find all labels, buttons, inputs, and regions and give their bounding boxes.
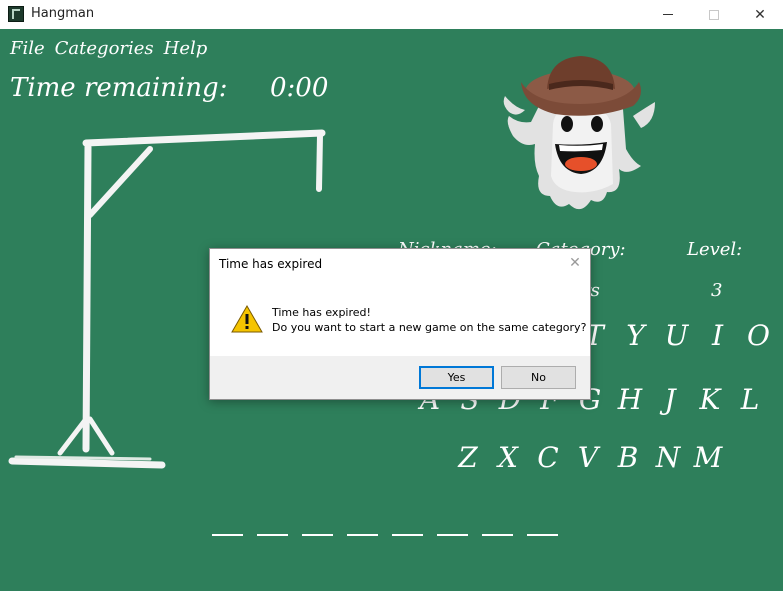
letter-key[interactable]: I bbox=[697, 319, 738, 352]
menu-help[interactable]: Help bbox=[164, 38, 208, 59]
dialog-footer: Yes No bbox=[210, 356, 590, 399]
letter-key[interactable]: B bbox=[608, 441, 648, 474]
letter-key[interactable]: L bbox=[730, 383, 770, 416]
letter-key[interactable]: H bbox=[610, 383, 650, 416]
letter-key[interactable]: O bbox=[738, 319, 779, 352]
letter-key[interactable]: Z bbox=[448, 441, 488, 474]
letter-key[interactable]: J bbox=[650, 383, 690, 416]
letter-key[interactable]: M bbox=[688, 441, 728, 474]
menu-bar: File Categories Help bbox=[10, 38, 207, 59]
letter-key[interactable]: K bbox=[690, 383, 730, 416]
letter-key[interactable]: N bbox=[648, 441, 688, 474]
letter-blank bbox=[347, 534, 378, 536]
letter-key[interactable]: V bbox=[568, 441, 608, 474]
letter-blank bbox=[302, 534, 333, 536]
timer-value: 0:00 bbox=[270, 73, 329, 103]
dialog-message-line-1: Time has expired! bbox=[272, 306, 371, 319]
letter-key[interactable]: X bbox=[488, 441, 528, 474]
warning-icon bbox=[231, 305, 263, 333]
letter-blank bbox=[257, 534, 288, 536]
close-icon: ✕ bbox=[754, 6, 766, 23]
maximize-icon bbox=[709, 9, 719, 20]
level-label: Level: bbox=[687, 239, 743, 260]
letter-key[interactable]: U bbox=[656, 319, 697, 352]
time-expired-dialog: Time has expired ✕ Time has expired! Do … bbox=[209, 248, 591, 400]
yes-button[interactable]: Yes bbox=[419, 366, 494, 389]
letter-key[interactable]: Y bbox=[615, 319, 656, 352]
menu-categories[interactable]: Categories bbox=[55, 38, 154, 59]
timer-label: Time remaining: bbox=[10, 73, 228, 103]
maximize-button[interactable] bbox=[691, 0, 737, 29]
letter-blank bbox=[392, 534, 423, 536]
dialog-message: Time has expired! Do you want to start a… bbox=[272, 305, 586, 335]
minimize-button[interactable] bbox=[645, 0, 691, 29]
dialog-close-button[interactable]: ✕ bbox=[566, 254, 584, 272]
level-value: 3 bbox=[711, 280, 723, 301]
letter-blank bbox=[212, 534, 243, 536]
keyboard-row-3: Z X C V B N M bbox=[448, 441, 728, 474]
title-bar: Hangman ✕ bbox=[0, 0, 783, 29]
close-icon: ✕ bbox=[569, 255, 581, 271]
ghost-mascot bbox=[503, 56, 655, 210]
letter-blank bbox=[437, 534, 468, 536]
window-title: Hangman bbox=[31, 6, 95, 21]
letter-blank bbox=[482, 534, 513, 536]
dialog-title: Time has expired bbox=[219, 257, 323, 271]
letter-blank bbox=[527, 534, 558, 536]
dialog-message-line-2: Do you want to start a new game on the s… bbox=[272, 321, 587, 334]
app-icon bbox=[8, 6, 24, 22]
letter-key[interactable]: P bbox=[779, 319, 783, 352]
word-blanks bbox=[212, 534, 558, 536]
letter-key[interactable]: C bbox=[528, 441, 568, 474]
menu-file[interactable]: File bbox=[10, 38, 45, 59]
no-button[interactable]: No bbox=[501, 366, 576, 389]
minimize-icon bbox=[663, 14, 673, 15]
close-button[interactable]: ✕ bbox=[737, 0, 783, 29]
